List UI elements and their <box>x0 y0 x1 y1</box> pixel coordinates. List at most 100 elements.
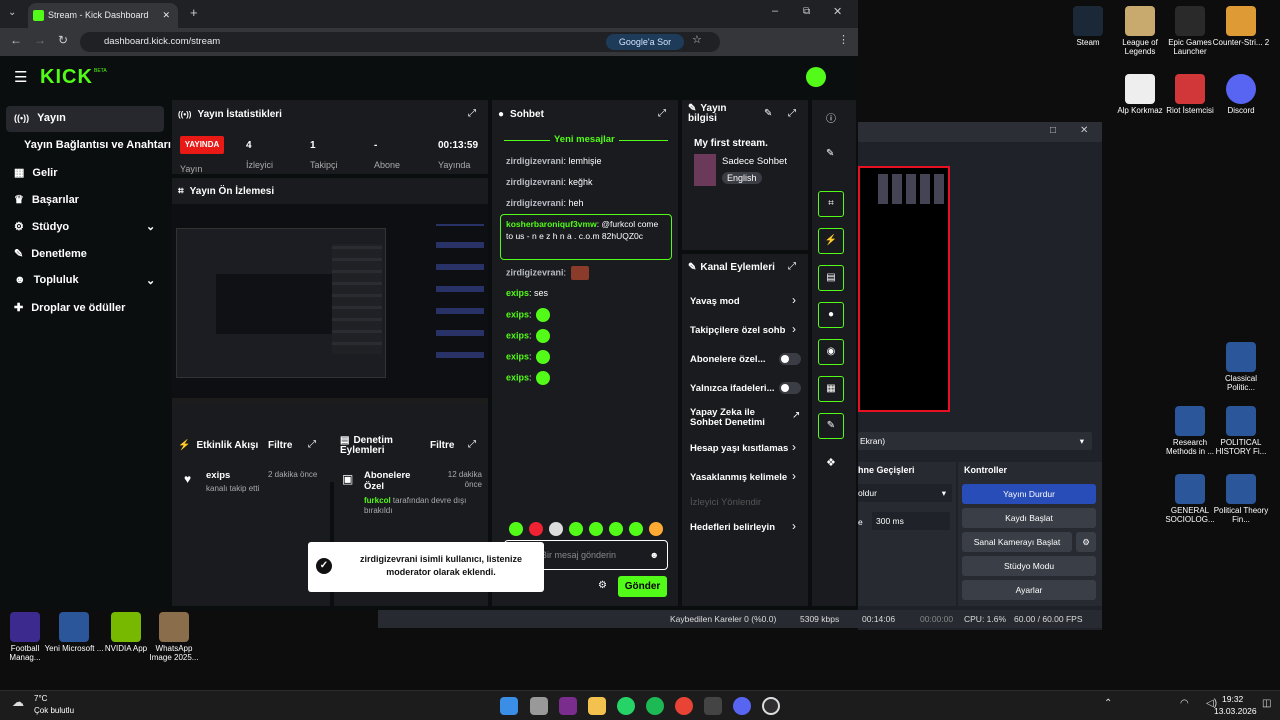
discord-taskbar-icon[interactable] <box>733 697 751 715</box>
chrome-icon[interactable] <box>675 697 693 715</box>
chat-settings-icon[interactable]: ⚙ <box>598 580 607 591</box>
stats-toggle-icon[interactable]: ▦ <box>818 376 844 402</box>
emote-button[interactable] <box>569 521 583 536</box>
whatsapp-icon[interactable] <box>617 697 635 715</box>
doc-classical[interactable]: Classical Politic... <box>1211 342 1271 392</box>
preview-toggle-icon[interactable]: ⌗ <box>818 191 844 217</box>
menu-dots-icon[interactable]: ⋮ <box>838 33 849 46</box>
set-goals-action[interactable]: Hedefleri belirleyin <box>690 522 775 533</box>
file-explorer-icon[interactable] <box>588 697 606 715</box>
sidebar-item-stream-key[interactable]: Yayın Bağlantısı ve Anahtarı <box>24 139 171 151</box>
emote-button[interactable] <box>589 521 603 536</box>
chevron-right-icon[interactable]: › <box>792 519 796 533</box>
emotes-only-toggle[interactable] <box>779 382 801 394</box>
banned-words-action[interactable]: Yasaklanmış kelimele <box>690 472 787 483</box>
doc-toggle-icon[interactable]: ▤ <box>818 265 844 291</box>
steam-shortcut[interactable]: Steam <box>1058 6 1118 47</box>
obs-taskbar-icon[interactable] <box>762 697 780 715</box>
doc-political-history[interactable]: POLITICAL HISTORY Fi... <box>1211 406 1271 456</box>
sidebar-item-gelir[interactable]: ▦ Gelir <box>14 166 57 179</box>
reload-icon[interactable]: ↻ <box>58 33 68 47</box>
chevron-right-icon[interactable]: › <box>792 469 796 483</box>
edit-icon[interactable]: ✎ <box>826 148 834 159</box>
chevron-right-icon[interactable]: › <box>792 440 796 454</box>
popout-icon[interactable]: ⤢ <box>788 261 796 272</box>
virtual-camera-settings-icon[interactable]: ⚙ <box>1076 532 1096 552</box>
edit-icon[interactable]: ✎ <box>764 108 772 119</box>
chevron-right-icon[interactable]: › <box>792 322 796 336</box>
back-icon[interactable]: ← <box>10 33 22 47</box>
modlog-filter-button[interactable]: Filtre <box>430 440 454 451</box>
sidebar-item-droplar[interactable]: ✚ Droplar ve ödüller <box>14 301 125 314</box>
popout-icon[interactable]: ⤢ <box>468 439 476 450</box>
lightning-toggle-icon[interactable]: ⚡ <box>818 228 844 254</box>
doc-theory[interactable]: Political Theory Fin... <box>1211 474 1271 524</box>
preview-video[interactable] <box>172 204 488 404</box>
task-view-icon[interactable] <box>530 697 548 715</box>
close-tab-icon[interactable]: ✕ <box>162 3 170 28</box>
hamburger-menu-icon[interactable]: ☰ <box>14 68 27 86</box>
tab-kick-dashboard[interactable]: Stream - Kick Dashboard ✕ <box>28 3 178 28</box>
popout-icon[interactable]: ⤢ <box>658 108 666 119</box>
studio-mode-button[interactable]: Stüdyo Modu <box>962 556 1096 576</box>
notification-icon[interactable]: ◫ <box>1262 698 1271 709</box>
start-icon[interactable] <box>500 697 518 715</box>
subscribers-only-toggle[interactable] <box>779 353 801 365</box>
highlighted-chat-message[interactable]: kosherbaroniquf3vmw: @furkcol come to us… <box>500 214 672 260</box>
forward-icon[interactable]: → <box>34 33 46 47</box>
sidebar-item-basarilar[interactable]: ♛ Başarılar <box>14 193 79 206</box>
chevron-right-icon[interactable]: › <box>792 293 796 307</box>
emote-button[interactable] <box>509 521 523 536</box>
tray-chevron-icon[interactable]: ⌃ <box>1104 698 1112 709</box>
app-icon[interactable] <box>559 697 577 715</box>
layout-icon[interactable]: ❖ <box>826 456 836 469</box>
steam-taskbar-icon[interactable] <box>704 697 722 715</box>
new-word-shortcut[interactable]: Yeni Microsoft ... <box>44 612 104 653</box>
new-tab-icon[interactable]: + <box>190 5 198 20</box>
broadcast-toggle-icon[interactable]: ◉ <box>818 339 844 365</box>
sidebar-item-topluluk[interactable]: ☻ Topluluk ⌄ <box>14 274 155 287</box>
activity-filter-button[interactable]: Filtre <box>268 440 292 451</box>
emote-button[interactable] <box>629 521 643 536</box>
slow-mode-action[interactable]: Yavaş mod <box>690 296 740 307</box>
settings-button[interactable]: Ayarlar <box>962 580 1096 600</box>
discord-shortcut[interactable]: Discord <box>1211 74 1271 115</box>
popout-icon[interactable]: ⤢ <box>788 108 796 119</box>
ai-moderation-action[interactable]: Yapay Zeka ile Sohbet Denetimi <box>690 408 776 428</box>
wifi-icon[interactable]: ◠ <box>1180 698 1189 709</box>
emote-button[interactable] <box>549 521 563 536</box>
chat-toggle-icon[interactable]: ● <box>818 302 844 328</box>
emote-button[interactable] <box>649 521 663 536</box>
sidebar-item-denetleme[interactable]: ✎ Denetleme <box>14 247 87 260</box>
bookmark-star-icon[interactable]: ☆ <box>692 33 702 46</box>
duration-input[interactable]: 300 ms <box>872 512 950 530</box>
popout-icon[interactable]: ⤢ <box>308 439 316 450</box>
popout-icon[interactable]: ⤢ <box>468 108 476 119</box>
maximize-icon[interactable]: □ <box>1050 125 1056 136</box>
window-close-icon[interactable]: ✕ <box>833 5 842 18</box>
emote-button[interactable] <box>609 521 623 536</box>
followers-only-action[interactable]: Takipçilere özel sohb <box>690 325 785 336</box>
info-icon[interactable]: ⓘ <box>826 110 836 125</box>
source-select[interactable]: Ekran) ▾ <box>858 432 1092 450</box>
cs2-shortcut[interactable]: Counter-Stri... 2 <box>1211 6 1271 47</box>
wrench-toggle-icon[interactable]: ✎ <box>818 413 844 439</box>
transition-select[interactable]: oldur ▾ <box>858 484 952 502</box>
sidebar-item-yayin[interactable]: ((•)) Yayın <box>14 112 66 124</box>
start-recording-button[interactable]: Kaydı Başlat <box>962 508 1096 528</box>
kick-logo[interactable]: KICK <box>40 66 93 89</box>
account-age-action[interactable]: Hesap yaşı kısıtlamas <box>690 443 788 454</box>
whatsapp-image-shortcut[interactable]: WhatsApp Image 2025... <box>144 612 204 662</box>
stop-stream-button[interactable]: Yayını Durdur <box>962 484 1096 504</box>
external-link-icon[interactable]: ↗ <box>792 410 800 421</box>
send-button[interactable]: Gönder <box>618 576 667 597</box>
avatar[interactable] <box>806 67 826 87</box>
spotify-icon[interactable] <box>646 697 664 715</box>
sidebar-item-studyo[interactable]: ⚙ Stüdyo ⌄ <box>14 220 155 233</box>
clock-date[interactable]: 13.03.2026 <box>1214 706 1257 716</box>
clock-time[interactable]: 19:32 <box>1222 694 1243 704</box>
close-icon[interactable]: ✕ <box>1080 125 1088 136</box>
virtual-camera-button[interactable]: Sanal Kamerayı Başlat <box>962 532 1072 552</box>
emote-button[interactable] <box>529 521 543 536</box>
minimize-icon[interactable]: – <box>772 5 778 17</box>
